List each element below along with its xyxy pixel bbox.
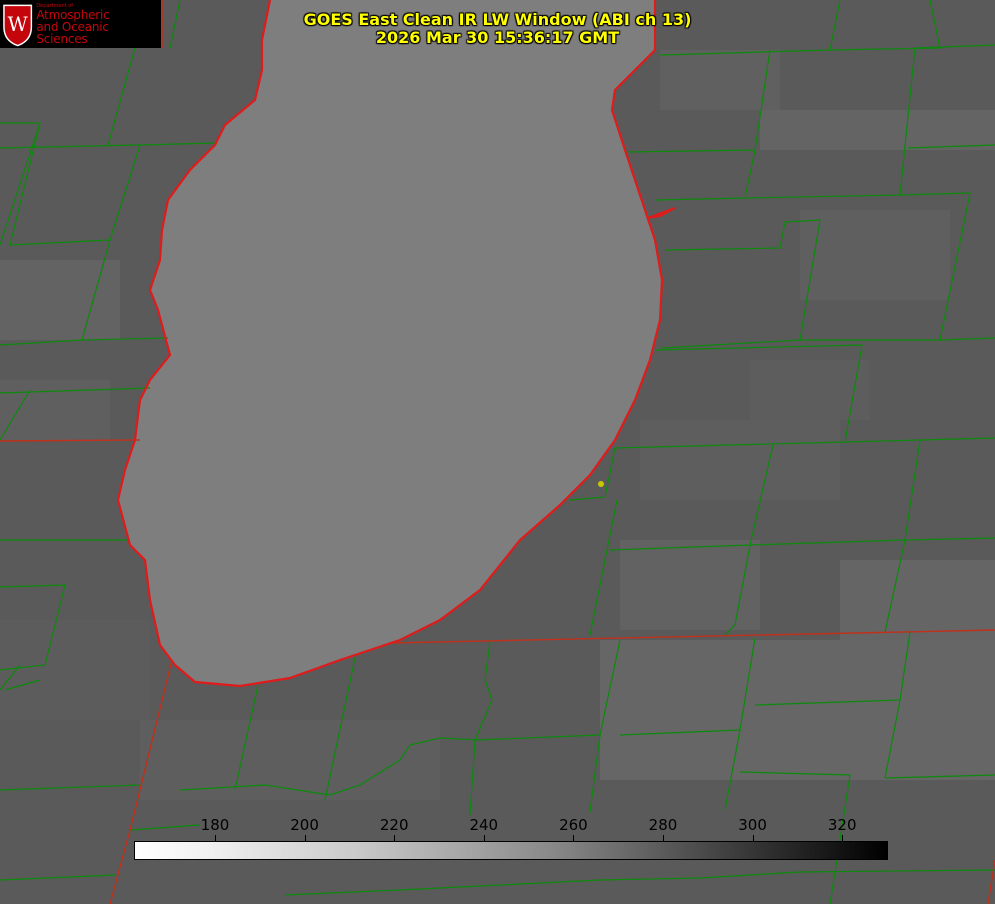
colorbar-tick-label: 200 — [290, 816, 319, 834]
colorbar-tick-label: 260 — [559, 816, 588, 834]
location-marker — [598, 481, 604, 487]
colorbar-tick-label: 300 — [738, 816, 767, 834]
colorbar — [134, 841, 888, 860]
colorbar-tick-label: 220 — [379, 816, 409, 834]
satellite-image-viewer: W Department of Atmospheric and Oceanic … — [0, 0, 995, 904]
colorbar-tick-label: 280 — [648, 816, 678, 834]
colorbar-tick-label: 240 — [469, 816, 499, 834]
colorbar-tick-label: 320 — [827, 816, 857, 834]
image-title: GOES East Clean IR LW Window (ABI ch 13)… — [0, 11, 995, 47]
colorbar-tick-label: 180 — [200, 816, 230, 834]
title-line-1: GOES East Clean IR LW Window (ABI ch 13) — [303, 10, 692, 29]
ir-map — [0, 0, 995, 904]
title-line-2: 2026 Mar 30 15:36:17 GMT — [375, 28, 620, 47]
